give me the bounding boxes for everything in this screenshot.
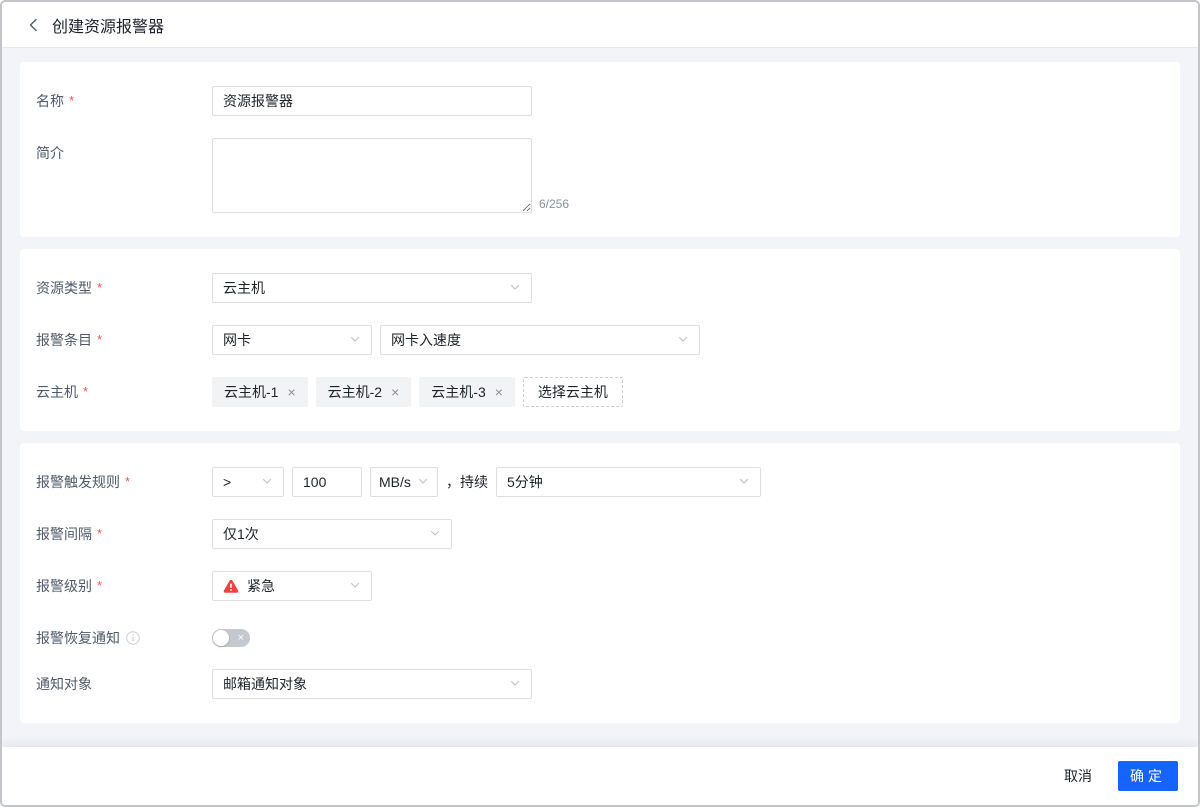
resource-type-label: 资源类型 *: [36, 280, 103, 296]
confirm-button[interactable]: 确定: [1118, 761, 1178, 791]
remove-tag-icon[interactable]: ×: [287, 385, 295, 399]
footer-action-bar: 取消 确定: [2, 747, 1198, 805]
back-button[interactable]: [24, 15, 44, 35]
alarm-rule-card: 报警触发规则 * > MB/s: [20, 443, 1180, 723]
interval-select[interactable]: 仅1次: [212, 519, 452, 549]
name-label: 名称 *: [36, 93, 75, 109]
recovery-notice-label: 报警恢复通知: [36, 623, 212, 647]
alarm-item-row: 报警条目 * 网卡 网卡入速度: [36, 325, 1164, 355]
intro-label: 简介: [36, 145, 64, 161]
notify-target-select[interactable]: 邮箱通知对象: [212, 669, 532, 699]
chevron-down-icon: [429, 526, 441, 542]
recovery-notice-row: 报警恢复通知 ×: [36, 623, 1164, 647]
trigger-rule-label: 报警触发规则 *: [36, 474, 131, 490]
level-row: 报警级别 * 紧急: [36, 571, 1164, 601]
name-row: 名称 *: [36, 86, 1164, 116]
resource-type-row: 资源类型 * 云主机: [36, 273, 1164, 303]
required-asterisk: *: [97, 578, 103, 593]
select-cloud-host-button[interactable]: 选择云主机: [522, 377, 623, 407]
cloud-host-tag: 云主机-3 ×: [419, 377, 515, 407]
alarm-metric-select[interactable]: 网卡入速度: [380, 325, 700, 355]
remove-tag-icon[interactable]: ×: [495, 385, 503, 399]
notify-target-label: 通知对象: [36, 676, 92, 692]
required-asterisk: *: [125, 474, 131, 489]
intro-textarea[interactable]: [212, 138, 532, 213]
trigger-rule-row: 报警触发规则 * > MB/s: [36, 467, 1164, 497]
name-input[interactable]: [212, 86, 532, 116]
resource-type-select[interactable]: 云主机: [212, 273, 532, 303]
create-resource-alarm-page: 创建资源报警器 名称 * 简介 6/256: [0, 0, 1200, 807]
cloud-host-tag: 云主机-2 ×: [315, 377, 412, 407]
cloud-host-label: 云主机 *: [36, 384, 89, 400]
duration-select[interactable]: 5分钟: [496, 467, 761, 497]
chevron-down-icon: [509, 676, 521, 692]
chevron-down-icon: [738, 474, 750, 490]
threshold-input[interactable]: [292, 467, 362, 497]
page-header: 创建资源报警器: [2, 2, 1198, 48]
cancel-button[interactable]: 取消: [1064, 766, 1092, 786]
recovery-notice-toggle[interactable]: ×: [212, 629, 250, 647]
chevron-down-icon: [349, 332, 361, 348]
chevron-down-icon: [261, 474, 273, 490]
operator-select[interactable]: >: [212, 467, 284, 497]
info-icon[interactable]: [126, 631, 140, 645]
interval-label: 报警间隔 *: [36, 526, 103, 542]
required-asterisk: *: [97, 332, 103, 347]
char-counter: 6/256: [539, 197, 570, 211]
required-asterisk: *: [97, 280, 103, 295]
unit-select[interactable]: MB/s: [370, 467, 438, 497]
chevron-left-icon: [25, 16, 43, 34]
chevron-down-icon: [417, 474, 429, 490]
required-asterisk: *: [97, 526, 103, 541]
remove-tag-icon[interactable]: ×: [391, 385, 399, 399]
level-label: 报警级别 *: [36, 578, 103, 594]
duration-connector-text: ，持续: [446, 474, 488, 490]
page-title: 创建资源报警器: [52, 18, 165, 36]
required-asterisk: *: [83, 384, 89, 399]
chevron-down-icon: [509, 280, 521, 296]
interval-row: 报警间隔 * 仅1次: [36, 519, 1164, 549]
alarm-item-label: 报警条目 *: [36, 332, 103, 348]
notify-target-row: 通知对象 邮箱通知对象: [36, 669, 1164, 699]
required-asterisk: *: [69, 93, 75, 108]
cloud-host-tag: 云主机-1 ×: [212, 377, 308, 407]
chevron-down-icon: [349, 578, 361, 594]
cloud-host-row: 云主机 * 云主机-1 × 云主机-2 × 云主机-3 × 选择云主机: [36, 377, 1164, 407]
level-select[interactable]: 紧急: [212, 571, 372, 601]
alarm-category-select[interactable]: 网卡: [212, 325, 372, 355]
intro-row: 简介 6/256: [36, 138, 1164, 213]
basic-info-card: 名称 * 简介 6/256: [20, 62, 1180, 237]
form-content: 名称 * 简介 6/256 资源类型: [2, 48, 1198, 747]
warning-triangle-icon: [223, 579, 239, 594]
toggle-off-icon: ×: [237, 632, 244, 644]
toggle-knob: [213, 630, 229, 646]
resource-card: 资源类型 * 云主机 报警条目 * 网卡 网卡入速度 云主机 * 云主机-1 ×…: [20, 249, 1180, 431]
chevron-down-icon: [677, 332, 689, 348]
